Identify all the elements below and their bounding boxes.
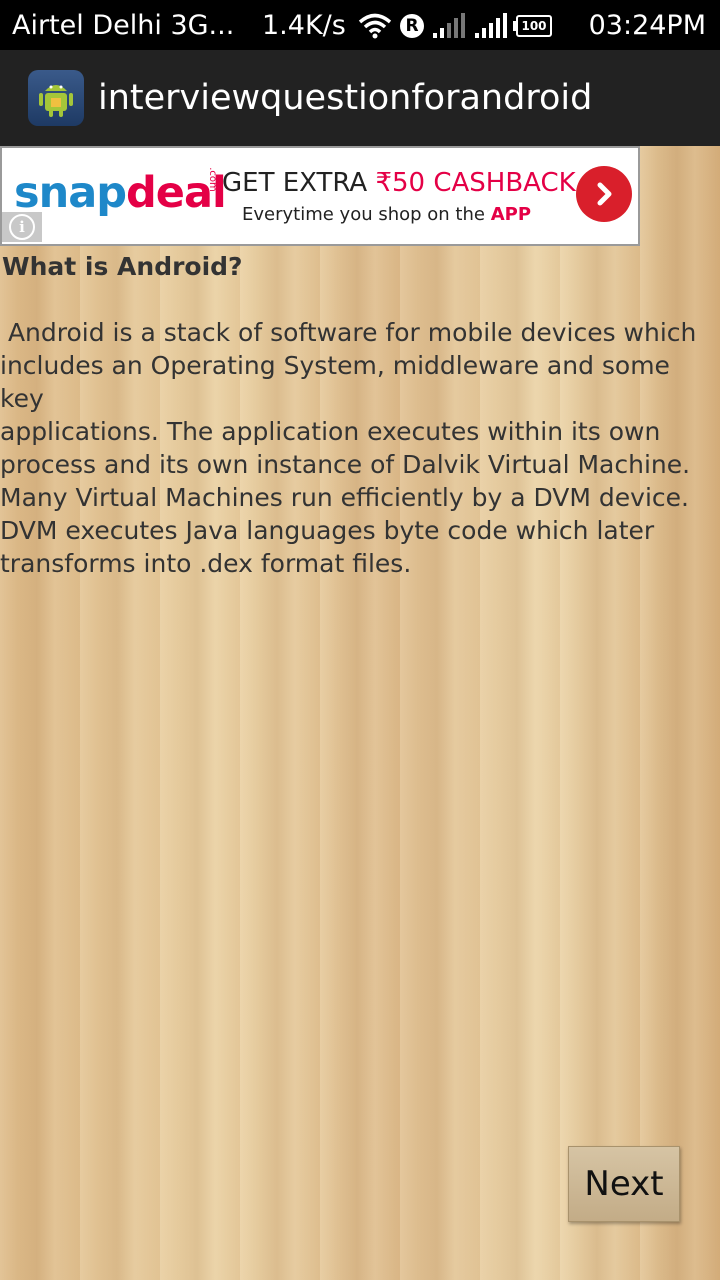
ad-headline: GET EXTRA ₹50 CASHBACK xyxy=(222,168,576,198)
ad-logo-text: snapdeal xyxy=(14,168,227,218)
ad-logo-sub: .com xyxy=(206,167,218,192)
ad-headline-offer: ₹50 CASHBACK xyxy=(375,168,576,198)
ad-tagline-prefix: Everytime you shop on the xyxy=(242,204,485,225)
network-speed: 1.4K/s xyxy=(262,10,346,41)
android-app-icon xyxy=(28,70,84,126)
ad-tagline: Everytime you shop on the APP xyxy=(242,204,531,225)
carrier-name: Airtel Delhi 3G... xyxy=(12,10,235,41)
wifi-icon xyxy=(358,13,392,39)
status-icons: R 100 xyxy=(358,8,552,44)
clock: 03:24PM xyxy=(588,10,706,41)
status-bar: Airtel Delhi 3G... 1.4K/s R 100 03:24PM xyxy=(0,0,720,50)
signal-icon xyxy=(475,13,507,38)
app-title: interviewquestionforandroid xyxy=(98,78,593,118)
answer-text: Android is a stack of software for mobil… xyxy=(0,318,697,578)
ad-tagline-app: APP xyxy=(490,204,532,225)
info-icon[interactable]: i xyxy=(2,212,42,242)
ad-headline-prefix: GET EXTRA xyxy=(222,168,368,198)
action-bar: interviewquestionforandroid xyxy=(0,50,720,146)
battery-icon: 100 xyxy=(513,15,552,37)
next-button[interactable]: Next xyxy=(568,1146,680,1222)
ad-banner[interactable]: snapdeal .com GET EXTRA ₹50 CASHBACK Eve… xyxy=(0,146,640,246)
snapdeal-logo: snapdeal xyxy=(14,168,227,218)
signal-icon xyxy=(433,13,465,38)
roaming-icon: R xyxy=(400,14,424,38)
question-title: What is Android? xyxy=(2,252,243,281)
chevron-right-icon[interactable] xyxy=(576,166,632,222)
